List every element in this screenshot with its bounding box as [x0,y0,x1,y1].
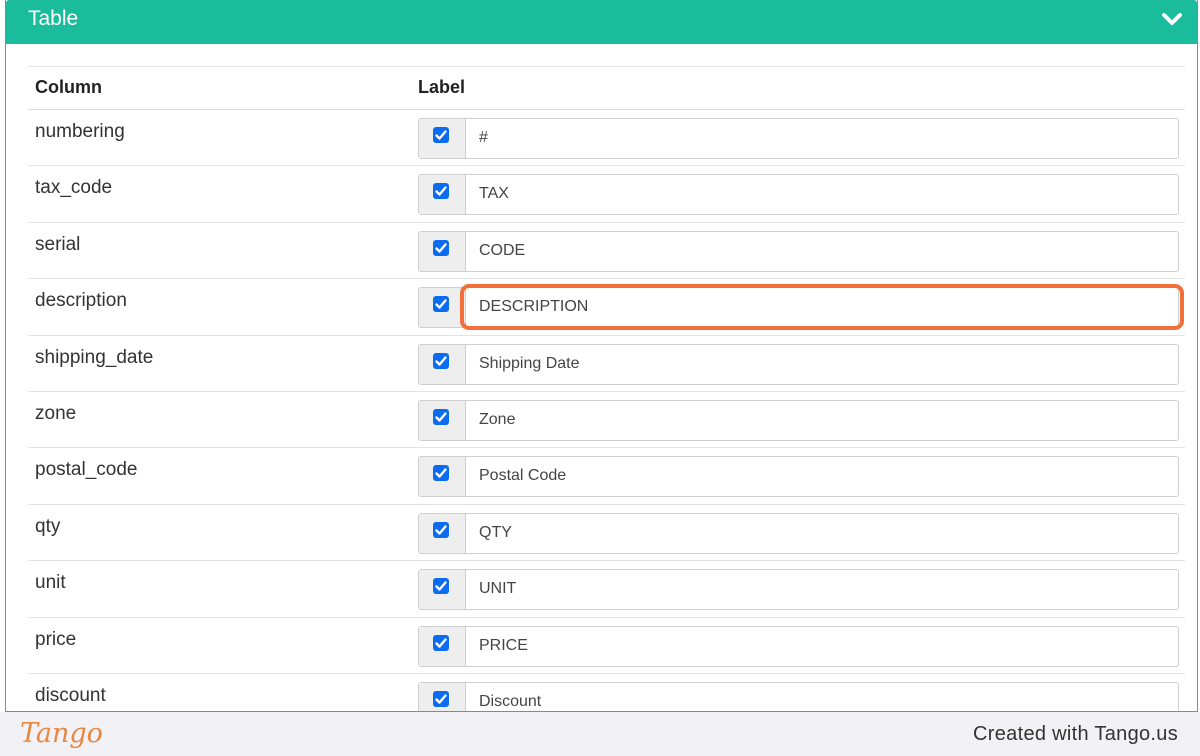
column-name: zone [35,402,77,424]
checkbox-addon [419,570,466,610]
table-row: shipping_date Shipping Date [28,336,1185,392]
checkbox-addon [419,513,466,553]
column-name: discount [35,684,106,706]
enabled-checkbox[interactable] [433,296,449,313]
panel-header[interactable]: Table [6,0,1197,44]
label-input-group: TAX [418,174,1179,216]
column-header: Column [35,77,102,97]
column-name: price [35,628,77,650]
checkbox-addon [419,682,466,711]
label-input[interactable]: CODE [479,242,525,260]
column-name: tax_code [35,177,113,199]
column-name: postal_code [35,459,138,481]
label-header: Label [418,77,466,97]
table-row: price PRICE [28,618,1185,674]
table-row: qty QTY [28,505,1185,562]
column-name: shipping_date [35,346,154,368]
column-name: description [35,290,127,312]
enabled-checkbox[interactable] [433,127,449,143]
highlight-box [460,284,1184,330]
checkmark-icon [435,186,447,197]
enabled-checkbox[interactable] [433,465,449,482]
column-name: qty [35,515,61,537]
table-header-row: Column Label [28,66,1185,110]
checkbox-addon [419,119,466,158]
label-input-group: Zone [418,399,1179,441]
enabled-checkbox[interactable] [433,634,449,651]
enabled-checkbox[interactable] [433,352,449,369]
footer-bar: Tango Created with Tango.us [0,712,1200,756]
table-panel: Table Column Label numbering # tax_code TAX… [5,0,1198,712]
checkbox-addon [419,288,466,328]
label-input[interactable]: Discount [479,693,541,711]
checkmark-icon [435,243,447,253]
label-input[interactable]: Zone [479,411,515,429]
label-input-group: CODE [418,230,1179,272]
checkmark-icon [435,412,447,422]
chevron-down-icon[interactable] [1161,9,1183,29]
column-name: serial [35,233,81,255]
label-input[interactable]: Postal Code [479,467,566,485]
table-row: zone Zone [28,392,1185,449]
enabled-checkbox[interactable] [433,690,449,707]
label-input[interactable]: UNIT [479,580,516,598]
enabled-checkbox[interactable] [433,408,449,425]
tango-logo: Tango [20,718,103,749]
checkmark-icon [435,694,447,704]
column-name: unit [35,572,66,594]
enabled-checkbox[interactable] [433,239,449,256]
credit-text: Created with Tango.us [973,723,1178,745]
enabled-checkbox[interactable] [433,578,449,595]
label-input-group: Postal Code [418,456,1179,498]
checkmark-icon [435,355,447,366]
checkbox-addon [419,231,466,271]
table-row: tax_code TAX [28,166,1185,223]
label-input[interactable]: TAX [479,185,509,203]
label-input[interactable]: # [479,129,488,147]
checkmark-icon [435,130,447,140]
label-input-group: Shipping Date [418,343,1179,385]
checkbox-addon [419,175,466,215]
label-input[interactable]: PRICE [479,637,528,655]
columns-table: Column Label numbering # tax_code TAX serial… [28,66,1185,711]
label-input-group: PRICE [418,625,1179,667]
panel-title: Table [28,7,79,30]
table-body: numbering # tax_code TAX serial CODE descripti… [28,110,1185,711]
label-input[interactable]: QTY [479,524,512,542]
table-row: serial CODE [28,223,1185,280]
checkbox-addon [419,400,466,440]
enabled-checkbox[interactable] [433,183,449,200]
table-row: discount Discount [28,674,1185,711]
enabled-checkbox[interactable] [433,521,449,538]
checkmark-icon [435,468,447,479]
checkmark-icon [435,581,447,591]
checkbox-addon [419,457,466,497]
label-input-group: Discount [418,681,1179,711]
table-row: unit UNIT [28,561,1185,618]
table-row: postal_code Postal Code [28,448,1185,505]
table-row: numbering # [28,110,1185,167]
column-name: numbering [35,121,125,142]
label-input[interactable]: Shipping Date [479,355,580,373]
checkbox-addon [419,344,466,384]
label-input-group: UNIT [418,569,1179,611]
checkmark-icon [435,525,447,535]
label-input-group: QTY [418,512,1179,554]
checkmark-icon [435,637,447,648]
label-input-group: # [418,118,1179,159]
checkmark-icon [435,299,447,309]
checkbox-addon [419,626,466,666]
